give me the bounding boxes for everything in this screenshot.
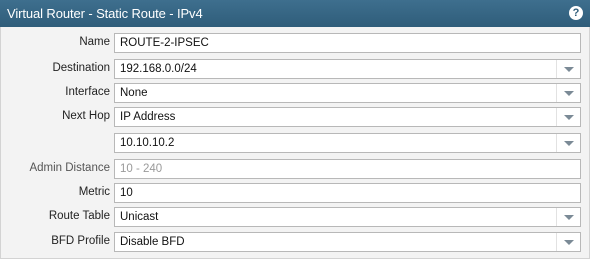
route-table-label: Route Table — [48, 210, 110, 222]
admin-distance-row: Admin Distance 10 - 240 — [1, 159, 590, 179]
metric-row: Metric 10 — [1, 183, 590, 203]
interface-label: Interface — [65, 86, 110, 98]
destination-combobox[interactable]: 192.168.0.0/24 — [114, 59, 581, 79]
next-hop-address-combobox[interactable]: 10.10.10.2 — [114, 133, 581, 153]
bfd-profile-select[interactable]: Disable BFD — [114, 232, 581, 252]
dialog-title: Virtual Router - Static Route - IPv4 — [7, 6, 203, 21]
dialog-titlebar: Virtual Router - Static Route - IPv4 ? — [0, 0, 590, 27]
route-table-row: Route Table Unicast — [1, 207, 590, 227]
next-hop-address-value: 10.10.10.2 — [120, 137, 175, 149]
name-label: Name — [79, 36, 110, 48]
admin-distance-placeholder: 10 - 240 — [120, 163, 163, 175]
admin-distance-input[interactable]: 10 - 240 — [114, 159, 581, 179]
static-route-dialog: Virtual Router - Static Route - IPv4 ? N… — [0, 0, 590, 259]
destination-label: Destination — [52, 62, 110, 74]
metric-value: 10 — [120, 187, 133, 199]
interface-select[interactable]: None — [114, 83, 581, 103]
help-icon[interactable]: ? — [569, 6, 583, 20]
next-hop-value: IP Address — [120, 111, 176, 123]
next-hop-dropdown-arrow-icon[interactable] — [556, 108, 580, 126]
name-row: Name ROUTE-2-IPSEC — [1, 33, 590, 53]
bfd-profile-value: Disable BFD — [120, 236, 185, 248]
route-table-value: Unicast — [120, 211, 159, 223]
next-hop-row: Next Hop IP Address — [1, 107, 590, 127]
destination-dropdown-arrow-icon[interactable] — [556, 60, 580, 78]
name-input[interactable]: ROUTE-2-IPSEC — [114, 33, 581, 53]
admin-distance-label: Admin Distance — [29, 162, 110, 174]
route-table-select[interactable]: Unicast — [114, 207, 581, 227]
name-value: ROUTE-2-IPSEC — [120, 37, 209, 49]
destination-row: Destination 192.168.0.0/24 — [1, 59, 590, 79]
interface-row: Interface None — [1, 83, 590, 103]
next-hop-select[interactable]: IP Address — [114, 107, 581, 127]
next-hop-label: Next Hop — [62, 110, 110, 122]
static-route-form: Name ROUTE-2-IPSEC Destination 192.168.0… — [0, 27, 590, 259]
interface-value: None — [120, 87, 148, 99]
metric-label: Metric — [78, 186, 110, 198]
next-hop-address-row: 10.10.10.2 — [1, 133, 590, 153]
destination-value: 192.168.0.0/24 — [120, 63, 197, 75]
metric-input[interactable]: 10 — [114, 183, 581, 203]
bfd-profile-dropdown-arrow-icon[interactable] — [556, 233, 580, 251]
next-hop-address-dropdown-arrow-icon[interactable] — [556, 134, 580, 152]
interface-dropdown-arrow-icon[interactable] — [556, 84, 580, 102]
route-table-dropdown-arrow-icon[interactable] — [556, 208, 580, 226]
bfd-profile-row: BFD Profile Disable BFD — [1, 232, 590, 252]
bfd-profile-label: BFD Profile — [51, 235, 110, 247]
